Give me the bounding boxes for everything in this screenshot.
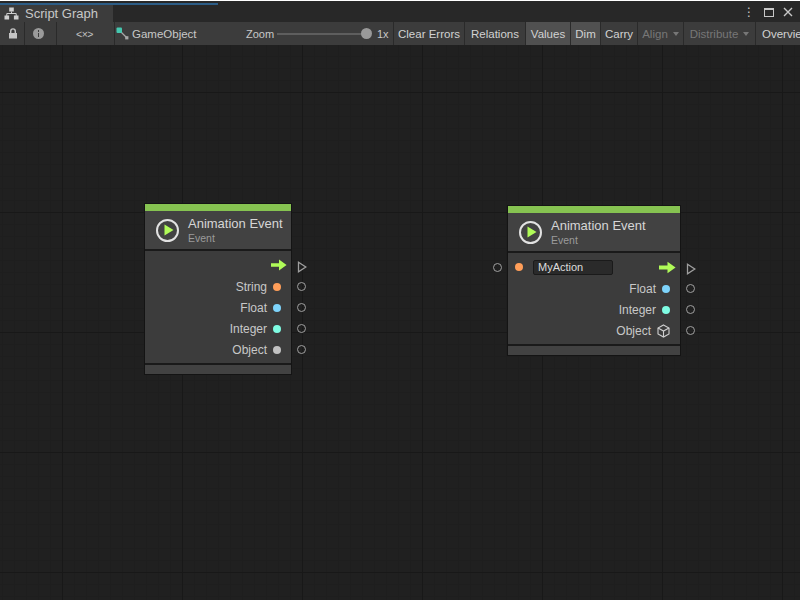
event-name-input[interactable]: [533, 260, 613, 275]
dim-button[interactable]: Dim: [570, 22, 600, 45]
node-subtitle: Event: [551, 234, 646, 246]
integer-output-port[interactable]: [686, 305, 695, 314]
output-row-float: Float: [508, 278, 680, 299]
object-type-dot: [273, 346, 281, 354]
flow-arrow-icon: [659, 261, 676, 274]
flow-output-port[interactable]: [297, 259, 307, 277]
values-button[interactable]: Values: [525, 22, 570, 45]
output-row-integer: Integer: [508, 299, 680, 320]
string-input-port[interactable]: [493, 263, 502, 272]
object-output-port[interactable]: [686, 326, 695, 335]
output-row-integer: Integer: [145, 318, 291, 339]
toolbar-separator: [114, 22, 115, 45]
maximize-icon[interactable]: [764, 8, 774, 17]
port-label: Integer: [619, 303, 656, 317]
node-animation-event-2[interactable]: Animation Event Event Float: [507, 205, 681, 356]
info-icon[interactable]: [33, 22, 44, 45]
float-type-dot: [273, 304, 281, 312]
object-output-port[interactable]: [297, 345, 306, 354]
node-title: Animation Event: [188, 217, 283, 231]
toolbar-separator: [56, 22, 57, 45]
port-label: Integer: [230, 322, 267, 336]
output-row-object: Object: [145, 339, 291, 360]
integer-type-dot: [662, 306, 670, 314]
integer-type-dot: [273, 325, 281, 333]
string-output-port[interactable]: [297, 282, 306, 291]
carry-button[interactable]: Carry: [600, 22, 637, 45]
chevron-down-icon: [673, 32, 679, 36]
tab-script-graph[interactable]: Script Graph: [0, 5, 113, 22]
gameobject-icon: [116, 22, 129, 45]
node-body: Float Integer Object: [508, 253, 680, 344]
tab-bar: Script Graph ⋮: [0, 1, 800, 22]
output-row-float: Float: [145, 297, 291, 318]
lock-icon[interactable]: [7, 22, 19, 45]
node-title: Animation Event: [551, 219, 646, 233]
string-type-dot: [515, 263, 523, 271]
distribute-button[interactable]: Distribute: [683, 22, 755, 45]
integer-output-port[interactable]: [297, 324, 306, 333]
node-footer: [145, 363, 291, 374]
zoom-slider-handle[interactable]: [361, 28, 372, 39]
align-button[interactable]: Align: [637, 22, 683, 45]
toolbar-separator: [24, 22, 25, 45]
zoom-value: 1x: [377, 22, 389, 45]
output-row-object: Object: [508, 320, 680, 341]
event-play-icon: [156, 219, 179, 242]
node-animation-event-1[interactable]: Animation Event Event String Float: [144, 203, 292, 375]
flow-output-port[interactable]: [686, 261, 696, 279]
node-header[interactable]: Animation Event Event: [508, 213, 680, 251]
port-label: Float: [629, 282, 656, 296]
code-preview-icon[interactable]: <×>: [76, 22, 93, 45]
chevron-down-icon: [743, 32, 749, 36]
flow-output-row: [145, 254, 291, 276]
node-header[interactable]: Animation Event Event: [145, 211, 291, 249]
string-type-dot: [273, 283, 281, 291]
overview-button[interactable]: Overview: [755, 22, 800, 45]
port-label: Object: [232, 343, 267, 357]
zoom-slider-track[interactable]: [277, 33, 363, 35]
float-output-port[interactable]: [297, 303, 306, 312]
object-cube-icon: [657, 324, 670, 338]
float-type-dot: [662, 285, 670, 293]
toolbar-buttons: Clear Errors Relations Values Dim Carry …: [393, 22, 800, 45]
output-row-string: String: [145, 276, 291, 297]
gameobject-label[interactable]: GameObject: [132, 22, 197, 45]
graph-icon: [4, 7, 19, 20]
graph-canvas[interactable]: Animation Event Event String Float: [0, 45, 800, 600]
port-label: Object: [616, 324, 651, 338]
graph-toolbar: <×> GameObject Zoom 1x Clear Errors Rela…: [0, 22, 800, 45]
close-icon[interactable]: [783, 4, 793, 19]
event-play-icon: [519, 221, 542, 244]
float-output-port[interactable]: [686, 284, 695, 293]
clear-errors-button[interactable]: Clear Errors: [393, 22, 464, 45]
port-label: String: [236, 280, 267, 294]
node-body: String Float Integer Object: [145, 251, 291, 363]
node-color-strip: [508, 206, 680, 213]
window-top-highlight: [0, 0, 800, 1]
node-subtitle: Event: [188, 232, 283, 244]
flow-arrow-icon: [271, 259, 287, 271]
zoom-label: Zoom: [246, 22, 274, 45]
window-controls: ⋮: [743, 3, 793, 21]
tab-title: Script Graph: [25, 6, 98, 21]
node-footer: [508, 344, 680, 355]
port-label: Float: [240, 301, 267, 315]
node-color-strip: [145, 204, 291, 211]
relations-button[interactable]: Relations: [464, 22, 525, 45]
name-input-row: [508, 256, 680, 278]
menu-icon[interactable]: ⋮: [743, 6, 755, 18]
